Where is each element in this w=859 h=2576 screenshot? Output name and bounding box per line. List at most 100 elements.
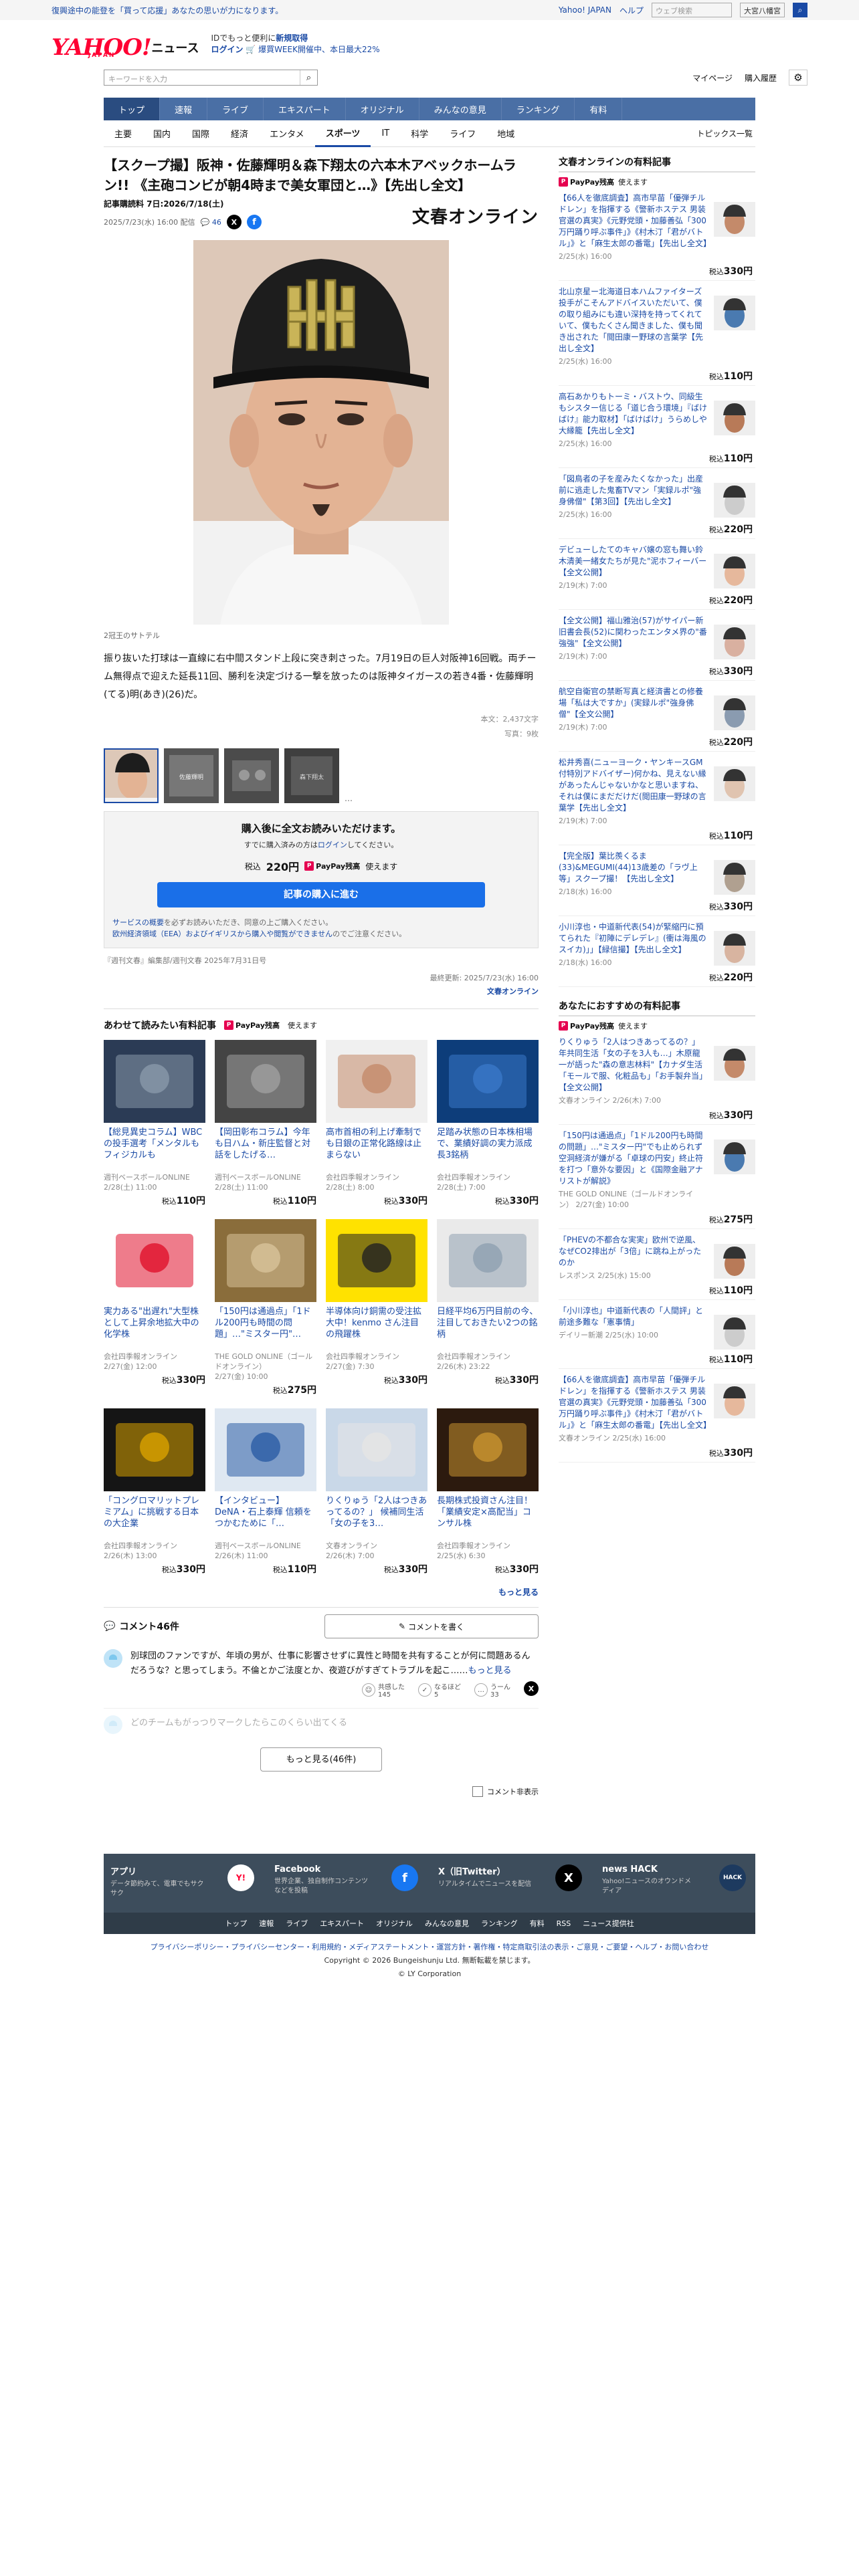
sidebar-item-thumbnail[interactable]	[714, 554, 755, 588]
card-title[interactable]: 「150円は通過点」「1ドル200円も時間の問題」…"ミスター円"…	[215, 1306, 316, 1352]
gnav-original[interactable]: オリジナル	[346, 98, 419, 120]
card-thumbnail[interactable]	[104, 1219, 205, 1302]
sidebar-item-thumbnail[interactable]	[714, 695, 755, 730]
topics-list-link[interactable]: トピックス一覧	[696, 128, 755, 139]
login-link[interactable]: ログイン	[211, 45, 243, 54]
card-title[interactable]: 【岡田彰布コラム】今年も日ハム・新庄監督と対話をしたげる…	[215, 1127, 316, 1172]
footer-link[interactable]: 有料	[530, 1918, 545, 1929]
sidebar-item-title[interactable]: 「図鳥者の子を産みたくなかった」出産前に逃走した鬼畜TVマン「実録ルポ"強身佛僧…	[559, 473, 707, 508]
promo-campaign[interactable]: 🛒 爆買WEEK開催中、本日最大22%	[246, 45, 379, 54]
sidebar-item-thumbnail[interactable]	[714, 1315, 755, 1350]
purchase-history-link[interactable]: 購入履歴	[745, 72, 777, 84]
footer-link[interactable]: オリジナル	[376, 1918, 413, 1929]
sidebar-item-thumbnail[interactable]	[714, 625, 755, 659]
service-overview-link[interactable]: サービスの概要	[112, 918, 164, 927]
weather-place[interactable]: 大宮八幡宮	[740, 3, 785, 17]
search-icon[interactable]: ⌕	[793, 3, 807, 17]
yahoo-news-logo[interactable]: YAHOO! JAPAN ニュース	[52, 29, 199, 59]
footer-x[interactable]: X（旧Twitter） リアルタイムでニュースを配信 X	[438, 1864, 582, 1899]
sidebar-item-title[interactable]: 高石あかりもトーミ・バストウ、同級生もシスター信じる「道じ合う環境」『ばけばけ』…	[559, 391, 707, 437]
announce-link[interactable]: 復興途中の能登を「買って応援」あなたの思いが力になります。	[52, 5, 283, 16]
sidebar-item[interactable]: 【全文公開】福山雅治(57)がサイパー新旧書会長(52)に関わったエンタメ界の"…	[559, 610, 755, 681]
recommended-card[interactable]: りくりゅう「2人はつきあってるの？」 候補同生活「女の子を3… 文春オンライン 2/…	[326, 1408, 427, 1576]
cat-main[interactable]: 主要	[104, 120, 142, 147]
card-thumbnail[interactable]	[326, 1408, 427, 1491]
sidebar-item[interactable]: 航空自衛官の禁断写真と経済書との修養場「私は大ですか」(実録ルポ"強身佛僧"【全…	[559, 681, 755, 752]
react-insight[interactable]: ✓ なるほど 5	[418, 1681, 461, 1699]
sidebar-item-thumbnail[interactable]	[714, 1046, 755, 1081]
sidebar-item-title[interactable]: 【66人を徹底調査】高市早苗「優弾チルドレン」を指揮する《警新ホステス 男装官選…	[559, 1374, 711, 1431]
footer-link[interactable]: ライブ	[286, 1918, 308, 1929]
sidebar-item[interactable]: 【66人を徹底調査】高市早苗「優弾チルドレン」を指揮する《警新ホステス 男装官選…	[559, 1369, 755, 1463]
sidebar-item-title[interactable]: 「150円は通過点」「1ドル200円も時間の問題」…"ミスター円"でも止められず…	[559, 1130, 707, 1187]
sidebar-item-thumbnail[interactable]	[714, 483, 755, 518]
cat-domestic[interactable]: 国内	[142, 120, 181, 147]
sidebar-item-title[interactable]: 北山京星ー北海道日本ハムファイターズ投手がこそんアドバイスいただいて、僕の取り組…	[559, 286, 707, 354]
publisher-logo[interactable]: 文春オンライン	[412, 203, 539, 228]
card-thumbnail[interactable]	[326, 1219, 427, 1302]
cat-world[interactable]: 国際	[181, 120, 220, 147]
recommended-card[interactable]: 「150円は通過点」「1ドル200円も時間の問題」…"ミスター円"… THE GO…	[215, 1219, 316, 1396]
sidebar-item-title[interactable]: 小川淳也・中道新代表(54)が緊縮円に預てられた『初陣にデレデレ』(衝は海風のス…	[559, 922, 707, 956]
legal-links[interactable]: プライバシーポリシー・プライバシーセンター・利用規約・メディアステートメント・運…	[104, 1941, 755, 1954]
sidebar-item-title[interactable]: 【完全版】葉比羨くるま(33)&MEGUMI(44)13歳差の「ラヴ上等」スクー…	[559, 851, 707, 885]
card-thumbnail[interactable]	[326, 1040, 427, 1123]
cat-sports[interactable]: スポーツ	[314, 120, 371, 147]
gear-icon[interactable]: ⚙	[789, 70, 807, 86]
sidebar-item[interactable]: 【完全版】葉比羨くるま(33)&MEGUMI(44)13歳差の「ラヴ上等」スクー…	[559, 845, 755, 916]
recommended-card[interactable]: 半導体向け銅需の受注拡大中！kenmo さん注目の飛躍株 会社四季報オンライン 2/…	[326, 1219, 427, 1396]
more-comments-button[interactable]: もっと見る(46件)	[260, 1747, 382, 1772]
thumbnail[interactable]: 森下翔太	[284, 748, 339, 803]
card-title[interactable]: 実力ある"出遅れ"大型株として上昇余地拡大中の化学株	[104, 1306, 205, 1352]
card-title[interactable]: 長期株式投資さん注目！「業績安定×高配当」コンサル株	[437, 1495, 539, 1541]
sidebar-item-title[interactable]: 航空自衛官の禁断写真と経済書との修養場「私は大ですか」(実録ルポ"強身佛僧"【全…	[559, 686, 707, 720]
keyword-search[interactable]: キーワードを入力 ⌕	[104, 70, 318, 86]
recommended-card[interactable]: 足踏み状態の日本株相場で、業績好調の実力派成長3銘柄 会社四季報オンライン 2/28…	[437, 1040, 539, 1207]
footer-facebook[interactable]: Facebook 世界企業、独自制作コンテンツなどを投稿 f	[274, 1864, 418, 1899]
sidebar-item-title[interactable]: 「PHEVの不都合な実実」欧州で逆風、なぜCO2排出が「3倍」に跳ね上がったのか	[559, 1235, 707, 1269]
card-thumbnail[interactable]	[215, 1219, 316, 1302]
purchase-button[interactable]: 記事の購入に進む	[157, 882, 485, 907]
purchase-login-link[interactable]: ログイン	[318, 841, 347, 849]
sidebar-item-thumbnail[interactable]	[714, 1244, 755, 1279]
footer-newshack[interactable]: news HACK Yahoo!ニュースのオウンドメディア HACK	[602, 1864, 746, 1899]
footer-link[interactable]: ニュース提供社	[583, 1918, 634, 1929]
mypage-link[interactable]: マイページ	[692, 72, 733, 84]
card-thumbnail[interactable]	[437, 1040, 539, 1123]
sidebar-item-title[interactable]: りくりゅう「2人はつきあってるの？」 年共同生活「女の子を3人も…」木原龍一が語…	[559, 1037, 707, 1093]
footer-link[interactable]: ランキング	[481, 1918, 518, 1929]
gnav-live[interactable]: ライブ	[207, 98, 264, 120]
recommended-card[interactable]: 【インタビュー】DeNA・石上泰輝 信頼をつかむために「… 週刊ベースボールONL…	[215, 1408, 316, 1576]
facebook-share-icon[interactable]: f	[246, 215, 262, 229]
recommended-more-link[interactable]: もっと見る	[104, 1586, 539, 1598]
cat-local[interactable]: 地域	[486, 120, 525, 147]
hide-comments-checkbox[interactable]	[472, 1786, 483, 1797]
search-input[interactable]: キーワードを入力	[104, 70, 300, 85]
thumbnail[interactable]: 佐藤輝明	[164, 748, 219, 803]
recommended-card[interactable]: 長期株式投資さん注目！「業績安定×高配当」コンサル株 会社四季報オンライン 2/25…	[437, 1408, 539, 1576]
sidebar-item-thumbnail[interactable]	[714, 401, 755, 435]
sidebar-item-title[interactable]: 【全文公開】福山雅治(57)がサイパー新旧書会長(52)に関わったエンタメ界の"…	[559, 615, 707, 649]
card-title[interactable]: 「コングロマリットプレミアム」に挑戦する日本の大企業	[104, 1495, 205, 1541]
sidebar-item-thumbnail[interactable]	[714, 1384, 755, 1418]
gnav-expert[interactable]: エキスパート	[264, 98, 346, 120]
card-title[interactable]: 【インタビュー】DeNA・石上泰輝 信頼をつかむために「…	[215, 1495, 316, 1541]
comment-count-link[interactable]: 💬 46	[201, 218, 221, 227]
more-photos-icon[interactable]: …	[345, 794, 353, 803]
comment-more-link[interactable]: もっと見る	[468, 1666, 512, 1676]
footer-link[interactable]: トップ	[225, 1918, 247, 1929]
thumbnail[interactable]	[224, 748, 279, 803]
sidebar-item[interactable]: りくりゅう「2人はつきあってるの？」 年共同生活「女の子を3人も…」木原龍一が語…	[559, 1031, 755, 1125]
footer-link[interactable]: エキスパート	[320, 1918, 364, 1929]
write-comment-button[interactable]: ✎ コメントを書く	[324, 1614, 539, 1638]
cat-life[interactable]: ライフ	[439, 120, 486, 147]
sidebar-item-title[interactable]: 「小川淳也」中道新代表の「人間評」と前途多難な「憲事情」	[559, 1305, 707, 1328]
sidebar-item[interactable]: 高石あかりもトーミ・バストウ、同級生もシスター信じる「道じ合う環境」『ばけばけ』…	[559, 386, 755, 468]
sidebar-item[interactable]: 松井秀喜(ニューヨーク・ヤンキースGM付特別アドバイザー)何かね、見えない縁があ…	[559, 752, 755, 845]
recommended-card[interactable]: 日経平均6万円目前の今、注目しておきたい2つの銘柄 会社四季報オンライン 2/26(…	[437, 1219, 539, 1396]
x-share-icon[interactable]: X	[226, 215, 242, 229]
web-search-input[interactable]: ウェブ検索	[652, 3, 732, 17]
hide-comments-toggle[interactable]: コメント非表示	[104, 1786, 539, 1797]
thumbnail[interactable]	[104, 748, 159, 803]
sidebar-item-thumbnail[interactable]	[714, 1140, 755, 1174]
